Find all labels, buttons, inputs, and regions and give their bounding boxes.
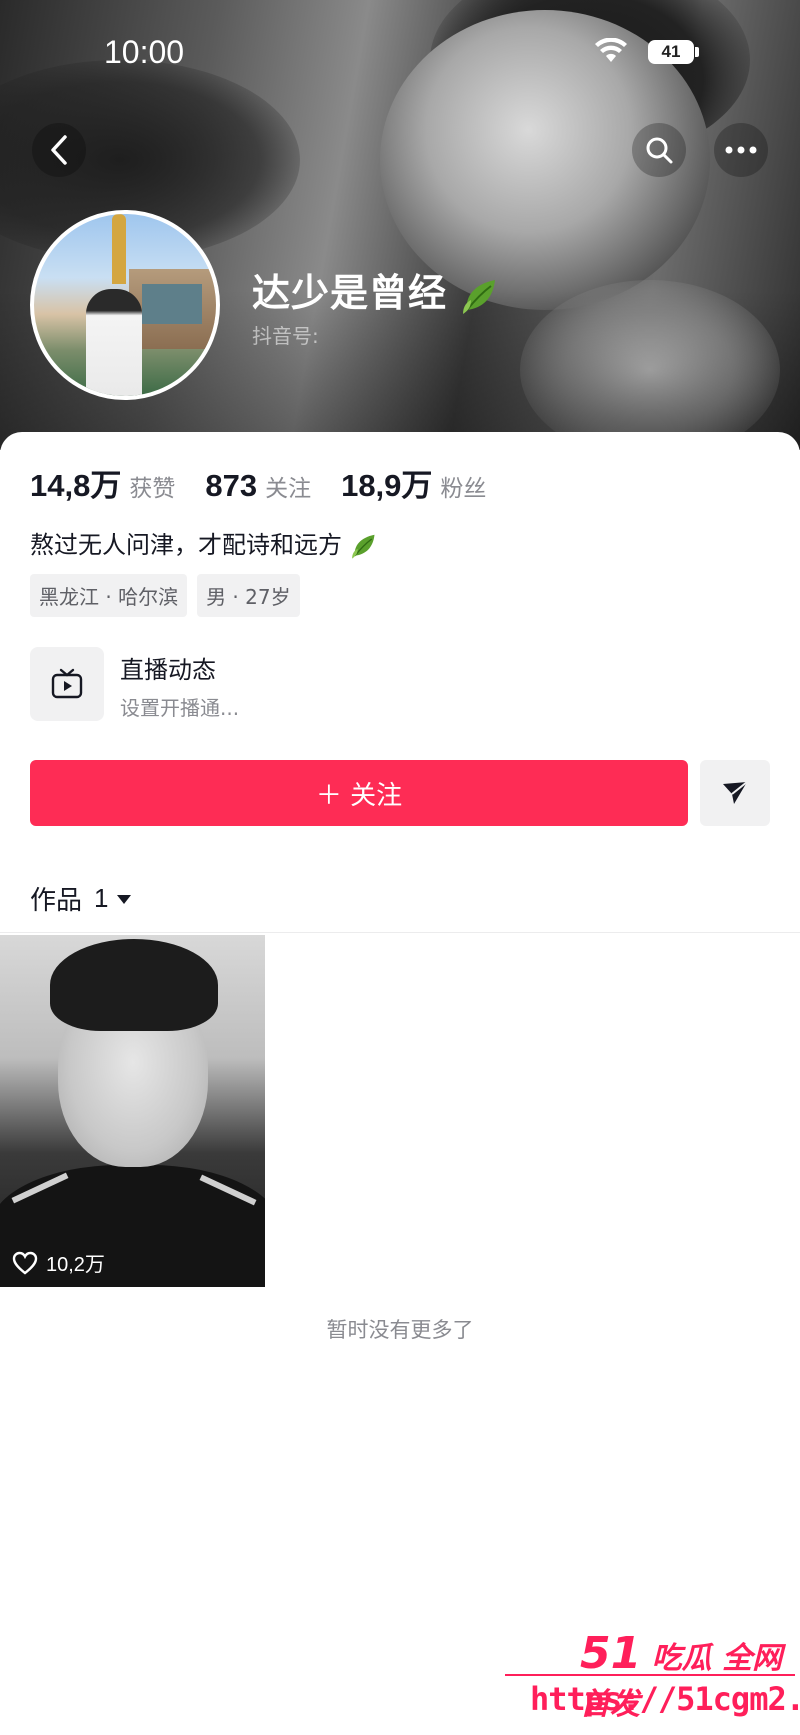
tab-works[interactable]: 作品 1 <box>30 880 132 917</box>
video-thumbnail[interactable]: 10,2万 <box>0 935 265 1287</box>
location-tag: 黑龙江 · 哈尔滨 <box>30 574 188 617</box>
more-options-button[interactable] <box>714 123 768 177</box>
stat-likes-label: 获赞 <box>129 476 176 502</box>
live-title[interactable]: 直播动态 <box>120 650 216 685</box>
gender-age-tag: 男 · 27岁 <box>197 574 300 617</box>
profile-stats: 14,8万 获赞 873 关注 18,9万 粉丝 <box>30 460 516 505</box>
avatar[interactable] <box>30 210 220 400</box>
heart-icon <box>12 1251 38 1275</box>
wifi-icon <box>595 38 627 62</box>
stat-following[interactable]: 873 关注 <box>205 468 311 504</box>
more-dots-icon <box>725 146 757 154</box>
search-icon <box>646 137 673 164</box>
nickname-text: 达少是曾经 <box>252 271 448 315</box>
status-bar: 10:00 41 <box>0 0 800 100</box>
battery-icon: 41 <box>648 40 694 64</box>
live-tv-button[interactable] <box>30 647 104 721</box>
works-count: 1 <box>94 883 109 913</box>
bio-text: 熬过无人问津，才配诗和远方 <box>30 531 342 559</box>
profile-page: 10:00 41 达少是曾经 抖音号: 14,8万 获赞 873 关注 18,9… <box>0 0 800 1735</box>
battery-tip <box>695 47 699 57</box>
tab-divider <box>0 932 800 933</box>
watermark-number: 51 <box>580 1628 642 1679</box>
stat-following-label: 关注 <box>265 476 312 502</box>
share-button[interactable] <box>700 760 770 826</box>
profile-tags: 黑龙江 · 哈尔滨 男 · 27岁 <box>30 574 310 617</box>
caret-down-icon <box>117 894 132 904</box>
status-time: 10:00 <box>104 34 185 70</box>
stat-likes[interactable]: 14,8万 获赞 <box>30 460 175 505</box>
profile-bio: 熬过无人问津，才配诗和远方 <box>30 525 378 560</box>
video-likes: 10,2万 <box>12 1248 105 1277</box>
stat-followers[interactable]: 18,9万 粉丝 <box>341 460 486 505</box>
works-tab-label: 作品 <box>30 886 83 916</box>
profile-nickname: 达少是曾经 <box>252 262 499 317</box>
no-more-text: 暂时没有更多了 <box>326 1318 474 1342</box>
stat-followers-label: 粉丝 <box>440 476 487 502</box>
watermark-line <box>505 1674 795 1676</box>
video-likes-count: 10,2万 <box>46 1254 105 1276</box>
search-button[interactable] <box>632 123 686 177</box>
leaf-icon <box>463 279 496 314</box>
profile-card: 14,8万 获赞 873 关注 18,9万 粉丝 熬过无人问津，才配诗和远方 黑… <box>0 432 800 1735</box>
douyin-id-label: 抖音号: <box>252 324 319 348</box>
stat-followers-value: 18,9万 <box>341 468 433 503</box>
stat-following-value: 873 <box>205 468 258 503</box>
live-subtitle: 设置开播通... <box>120 696 240 720</box>
back-button[interactable] <box>32 123 86 177</box>
share-send-icon <box>723 781 748 804</box>
watermark-url: https://51cgm2.com <box>530 1680 800 1718</box>
stat-likes-value: 14,8万 <box>30 468 122 503</box>
follow-button[interactable]: ＋ 关注 <box>30 760 688 826</box>
chevron-left-icon <box>51 135 67 165</box>
tv-play-icon <box>51 668 83 699</box>
leaf-icon <box>351 534 375 559</box>
